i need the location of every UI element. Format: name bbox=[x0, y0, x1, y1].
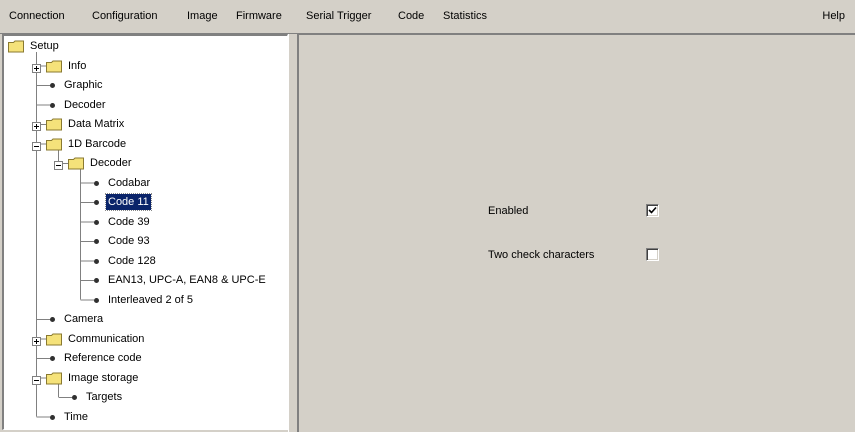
tree-node-code-11[interactable]: Code 11 bbox=[4, 193, 286, 211]
expand-icon[interactable] bbox=[32, 120, 41, 131]
leaf-dot-icon bbox=[94, 219, 99, 225]
menu-code[interactable]: Code bbox=[398, 10, 424, 22]
tree-node-time[interactable]: Time bbox=[4, 409, 286, 425]
checkmark-icon bbox=[648, 206, 657, 214]
leaf-dot-icon bbox=[50, 317, 55, 322]
leaf-dot-icon bbox=[50, 414, 55, 420]
tree-node-code-39[interactable]: Code 39 bbox=[4, 214, 286, 230]
menu-statistics[interactable]: Statistics bbox=[443, 10, 487, 22]
tree-node-label: Graphic bbox=[64, 79, 103, 91]
two-check-characters-checkbox[interactable] bbox=[646, 248, 659, 261]
menu-configuration[interactable]: Configuration bbox=[92, 10, 157, 22]
leaf-dot-icon bbox=[94, 200, 99, 205]
folder-icon bbox=[46, 60, 62, 72]
tree-node-label: Decoder bbox=[90, 157, 132, 169]
menu-connection[interactable]: Connection bbox=[9, 10, 65, 22]
tree-node-camera[interactable]: Camera bbox=[4, 311, 286, 327]
tree-node-decoder[interactable]: Decoder bbox=[4, 97, 286, 113]
tree-node-label: Code 128 bbox=[108, 254, 156, 267]
tree-node-decoder[interactable]: Decoder bbox=[4, 155, 286, 171]
tree-node-label: Time bbox=[64, 410, 89, 423]
tree-node-label: Data Matrix bbox=[68, 118, 125, 130]
leaf-dot-icon bbox=[94, 258, 99, 264]
tree-node-interleaved-2-of-5[interactable]: Interleaved 2 of 5 bbox=[4, 292, 286, 308]
leaf-dot-icon bbox=[94, 180, 99, 186]
collapse-icon[interactable] bbox=[32, 374, 41, 385]
tree-node-ean13-upc-a-ean8-upc-e[interactable]: EAN13, UPC-A, EAN8 & UPC-E bbox=[4, 272, 286, 288]
leaf-dot-icon bbox=[94, 278, 99, 283]
menu-image[interactable]: Image bbox=[187, 10, 218, 22]
tree-node-label: Code 11 bbox=[105, 193, 152, 211]
tree-node-graphic[interactable]: Graphic bbox=[4, 77, 286, 93]
tree-node-label: Image storage bbox=[68, 371, 139, 384]
tree-node-setup[interactable]: Setup bbox=[4, 38, 286, 54]
settings-panel: Enabled Two check characters bbox=[298, 34, 855, 432]
tree-node-label: Code 39 bbox=[108, 215, 150, 228]
tree-node-image-storage[interactable]: Image storage bbox=[4, 370, 286, 386]
tree-node-label: Reference code bbox=[64, 352, 142, 364]
tree-node-reference-code[interactable]: Reference code bbox=[4, 350, 286, 366]
folder-icon bbox=[8, 40, 24, 53]
two-check-characters-label: Two check characters bbox=[488, 249, 595, 261]
enabled-checkbox[interactable] bbox=[646, 204, 659, 217]
collapse-icon[interactable] bbox=[54, 159, 63, 170]
tree-node-label: Code 93 bbox=[108, 235, 150, 247]
tree-node-label: Info bbox=[68, 59, 87, 72]
tree-node-codabar[interactable]: Codabar bbox=[4, 175, 286, 191]
menu-help[interactable]: Help bbox=[822, 10, 845, 22]
leaf-dot-icon bbox=[72, 395, 77, 400]
menu-bar: Connection Configuration Image Firmware … bbox=[0, 0, 855, 34]
setup-tree[interactable]: Setup Info Graphic Decoder Data Matrix 1D Bar… bbox=[2, 34, 288, 430]
expand-icon[interactable] bbox=[32, 62, 41, 73]
menu-firmware[interactable]: Firmware bbox=[236, 10, 282, 22]
tree-node-code-128[interactable]: Code 128 bbox=[4, 253, 286, 269]
leaf-dot-icon bbox=[50, 102, 55, 108]
collapse-icon[interactable] bbox=[32, 140, 41, 151]
tree-node-label: Decoder bbox=[64, 98, 106, 111]
tree-node-label: Setup bbox=[30, 40, 59, 52]
leaf-dot-icon bbox=[94, 297, 99, 303]
tree-node-label: Camera bbox=[64, 313, 104, 325]
leaf-dot-icon bbox=[50, 356, 55, 361]
enabled-label: Enabled bbox=[488, 205, 529, 217]
tree-node-info[interactable]: Info bbox=[4, 58, 286, 74]
folder-icon bbox=[68, 157, 84, 170]
tree-node-code-93[interactable]: Code 93 bbox=[4, 233, 286, 249]
tree-node-1d-barcode[interactable]: 1D Barcode bbox=[4, 136, 286, 152]
expand-icon[interactable] bbox=[32, 335, 41, 346]
menu-serial-trigger[interactable]: Serial Trigger bbox=[306, 10, 371, 22]
tree-node-label: 1D Barcode bbox=[68, 137, 127, 150]
folder-icon bbox=[46, 138, 62, 150]
tree-node-label: Codabar bbox=[108, 176, 151, 189]
tree-node-communication[interactable]: Communication bbox=[4, 331, 286, 347]
folder-icon bbox=[46, 333, 62, 345]
tree-node-label: Communication bbox=[68, 332, 145, 345]
leaf-dot-icon bbox=[50, 83, 55, 88]
tree-node-label: EAN13, UPC-A, EAN8 & UPC-E bbox=[108, 274, 266, 286]
tree-node-targets[interactable]: Targets bbox=[4, 389, 286, 405]
tree-node-label: Interleaved 2 of 5 bbox=[108, 293, 194, 306]
panel-splitter[interactable] bbox=[288, 34, 298, 432]
folder-icon bbox=[46, 118, 62, 131]
tree-node-label: Targets bbox=[86, 391, 123, 403]
tree-node-data-matrix[interactable]: Data Matrix bbox=[4, 116, 286, 132]
folder-icon bbox=[46, 372, 62, 384]
leaf-dot-icon bbox=[94, 239, 99, 244]
